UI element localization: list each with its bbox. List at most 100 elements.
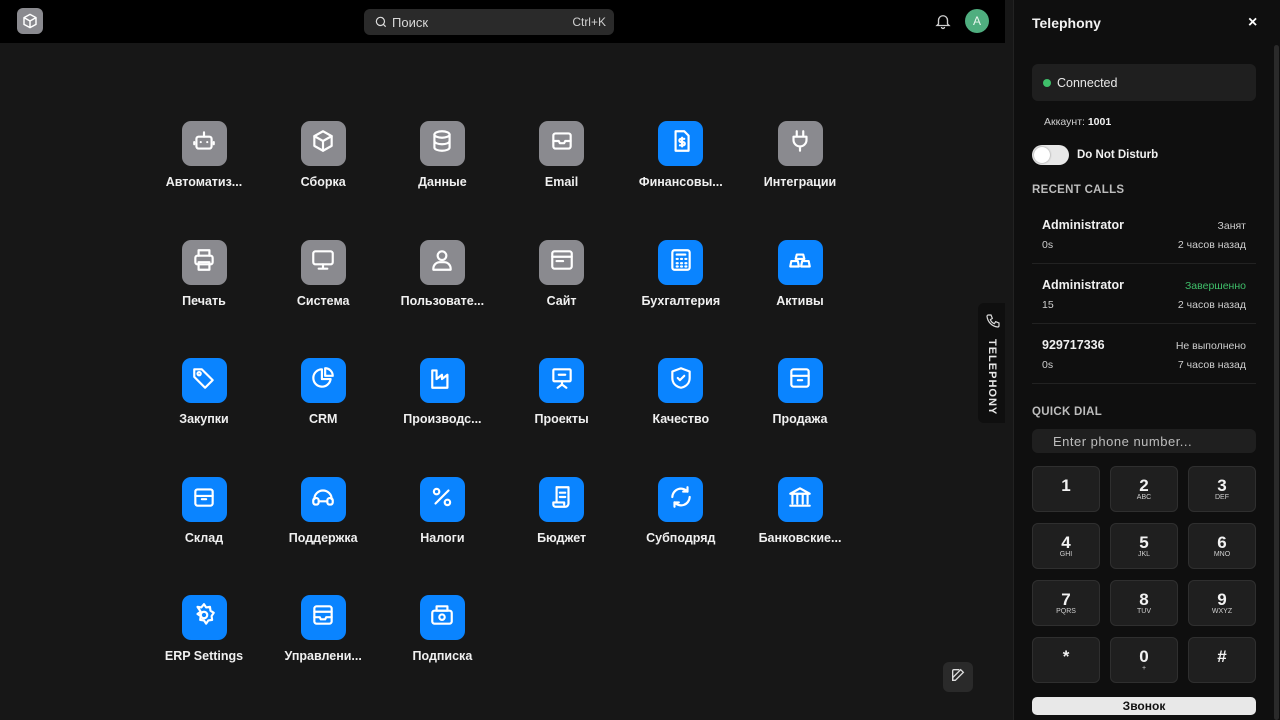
warehouse-box-icon (191, 484, 217, 515)
dial-key-letters: ABC (1136, 493, 1152, 501)
app-tile[interactable]: Данные (387, 121, 497, 189)
call-button[interactable]: Звонок (1032, 697, 1256, 715)
bell-icon[interactable] (934, 12, 952, 30)
app-label: Система (296, 293, 350, 308)
dial-key-digit: 2 (1139, 475, 1149, 495)
app-label: Подписка (412, 649, 473, 663)
app-label: Бухгалтерия (641, 293, 721, 308)
app-tile[interactable]: Печать (149, 239, 259, 308)
app-tile-bg (539, 476, 585, 522)
recent-call-item[interactable]: 929717336 Не выполнено 0s 7 часов назад (1032, 326, 1256, 384)
app-tile[interactable]: Поддержка (268, 476, 378, 545)
panel-scrollbar[interactable] (1274, 45, 1279, 720)
app-tile[interactable]: Закупки (149, 358, 259, 426)
telephony-tab-label: TELEPHONY (986, 339, 998, 416)
app-tile[interactable]: Склад (149, 476, 259, 545)
app-label: Финансовы... (638, 175, 723, 189)
edit-button[interactable] (943, 662, 973, 692)
dial-key[interactable]: 0 + (1110, 637, 1178, 683)
app-tile[interactable]: Продажа (745, 358, 855, 426)
account-value: 1001 (1087, 116, 1112, 128)
app-tile[interactable]: Активы (745, 239, 855, 308)
subscription-icon (429, 602, 455, 633)
app-tile[interactable]: Автоматиз... (149, 121, 259, 189)
app-tile[interactable]: Производс... (387, 358, 497, 426)
app-tile[interactable]: Сборка (268, 121, 378, 189)
app-tile[interactable]: Интеграции (745, 121, 855, 189)
app-tile-bg (658, 121, 704, 166)
phone-number-input[interactable] (1032, 429, 1256, 453)
pie-chart-icon (310, 365, 336, 396)
avatar[interactable]: A (965, 9, 989, 33)
dial-key[interactable]: 6 MNO (1188, 523, 1256, 569)
telephony-side-tab[interactable]: TELEPHONY (978, 303, 1005, 423)
recent-call-item[interactable]: Administrator Завершенно 15 2 часов назад (1032, 266, 1256, 324)
app-tile-bg (419, 358, 465, 403)
dial-key[interactable]: 4 GHI (1032, 523, 1100, 569)
call-status: Занят (1217, 220, 1246, 232)
cube-logo-icon[interactable] (17, 8, 43, 34)
app-tile[interactable]: Управлени... (268, 595, 378, 663)
close-icon[interactable]: × (1248, 14, 1262, 32)
app-label: Продажа (772, 412, 828, 426)
app-label: ERP Settings (164, 649, 244, 663)
dial-key[interactable]: # (1188, 637, 1256, 683)
app-tile[interactable]: Финансовы... (626, 121, 736, 189)
dial-key[interactable]: 3 DEF (1188, 466, 1256, 512)
dial-key[interactable]: * (1032, 637, 1100, 683)
app-tile[interactable]: Email (507, 121, 617, 189)
dial-key-digit: 9 (1217, 589, 1227, 609)
search-input[interactable]: Поиск Ctrl+K (364, 9, 614, 35)
finance-doc-icon (668, 128, 694, 159)
app-label: Качество (652, 412, 710, 426)
dial-key[interactable]: 1 (1032, 466, 1100, 512)
call-time: 2 часов назад (1177, 299, 1246, 311)
app-tile-bg (300, 358, 346, 403)
dial-key-digit: 0 (1139, 646, 1149, 666)
monitor-icon (310, 247, 336, 278)
factory-icon (429, 365, 455, 396)
gold-bars-icon (787, 247, 813, 278)
dial-key-digit: 8 (1139, 589, 1149, 609)
call-time: 2 часов назад (1177, 239, 1246, 251)
dial-key[interactable]: 5 JKL (1110, 523, 1178, 569)
dial-key[interactable]: 9 WXYZ (1188, 580, 1256, 626)
dial-key[interactable]: 8 TUV (1110, 580, 1178, 626)
dial-key[interactable]: 2 ABC (1110, 466, 1178, 512)
dial-key-digit: 7 (1061, 589, 1071, 609)
app-tile[interactable]: Налоги (387, 476, 497, 545)
app-label: Сборка (300, 175, 346, 189)
app-tile-bg (539, 239, 585, 285)
app-tile[interactable]: Проекты (507, 358, 617, 426)
app-tile-bg (539, 358, 585, 403)
dial-key-letters: JKL (1137, 550, 1151, 558)
dnd-toggle[interactable] (1032, 145, 1069, 165)
app-tile[interactable]: Бухгалтерия (626, 239, 736, 308)
printer-icon (191, 247, 217, 278)
app-tile[interactable]: Система (268, 239, 378, 308)
call-number: Administrator (1042, 218, 1124, 232)
dial-key-digit: # (1217, 646, 1227, 666)
app-tile[interactable]: Качество (626, 358, 736, 426)
recent-calls-title: RECENT CALLS (1032, 184, 1125, 196)
scroll-icon (549, 484, 575, 515)
app-tile[interactable]: Субподряд (626, 476, 736, 545)
app-tile-bg (539, 121, 585, 166)
app-tile[interactable]: Подписка (387, 595, 497, 663)
app-tile[interactable]: Банковские... (745, 476, 855, 545)
account-label: Аккаунт: (1044, 116, 1085, 128)
app-tile[interactable]: Сайт (507, 239, 617, 308)
app-tile[interactable]: Бюджет (507, 476, 617, 545)
recent-call-item[interactable]: Administrator Занят 0s 2 часов назад (1032, 206, 1256, 264)
archive-icon (787, 365, 813, 396)
app-tile-bg (181, 476, 227, 522)
calculator-icon (668, 247, 694, 278)
app-tile[interactable]: ERP Settings (149, 595, 259, 663)
app-tile-bg (181, 595, 227, 640)
app-tile-bg (181, 121, 227, 166)
app-tile[interactable]: CRM (268, 358, 378, 426)
call-duration: 0s (1042, 359, 1054, 371)
presentation-icon (549, 365, 575, 396)
app-tile[interactable]: Пользовате... (387, 239, 497, 308)
dial-key[interactable]: 7 PQRS (1032, 580, 1100, 626)
